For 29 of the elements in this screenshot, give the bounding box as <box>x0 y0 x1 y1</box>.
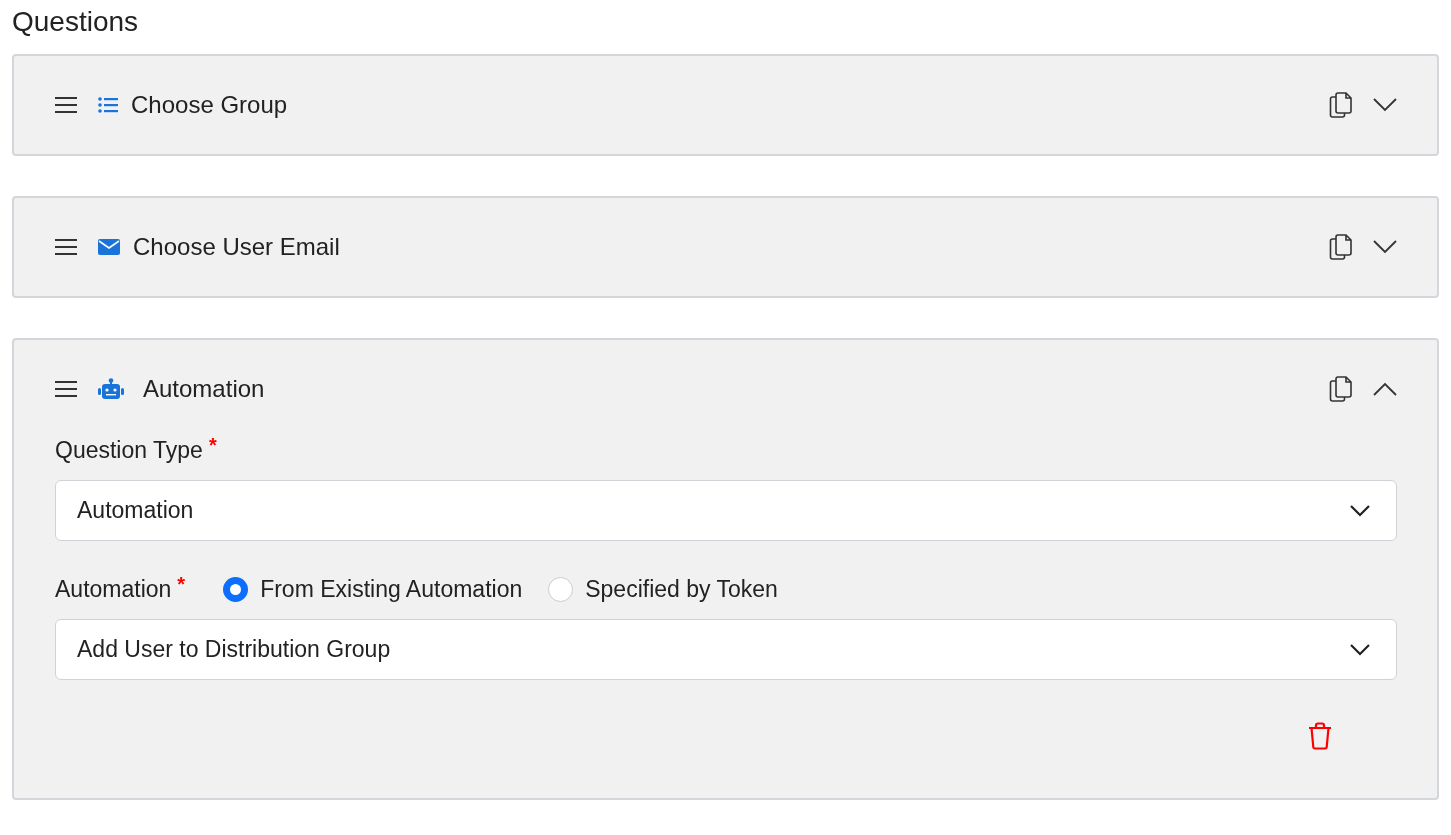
field-label: Question Type <box>55 436 203 464</box>
question-title: Choose Group <box>131 91 289 119</box>
copy-icon[interactable] <box>1329 234 1353 260</box>
chevron-down-icon[interactable] <box>1373 240 1397 254</box>
list-icon <box>98 97 118 113</box>
drag-handle-icon[interactable] <box>54 238 78 256</box>
field-label: Automation <box>55 575 172 603</box>
copy-icon[interactable] <box>1329 92 1353 118</box>
radio-button[interactable] <box>548 576 574 602</box>
chevron-down-icon <box>1350 643 1370 656</box>
chevron-down-icon[interactable] <box>1373 98 1397 112</box>
trash-icon[interactable] <box>1308 722 1332 750</box>
question-title: Automation <box>143 375 266 403</box>
select-field[interactable]: Automation <box>55 480 1397 541</box>
copy-icon[interactable] <box>1329 376 1353 402</box>
select-field[interactable]: Add User to Distribution Group <box>55 619 1397 680</box>
section-heading: Questions <box>12 5 140 39</box>
required-mark: * <box>177 573 186 596</box>
drag-handle-icon[interactable] <box>54 380 78 398</box>
robot-icon <box>98 378 124 400</box>
drag-handle-icon[interactable] <box>54 96 78 114</box>
radio-label[interactable]: Specified by Token <box>585 575 778 603</box>
required-mark: * <box>208 434 217 457</box>
radio-button[interactable] <box>223 576 249 602</box>
envelope-icon <box>98 239 120 255</box>
chevron-down-icon <box>1350 504 1370 517</box>
chevron-up-icon[interactable] <box>1373 382 1397 396</box>
question-title: Choose User Email <box>133 233 341 261</box>
radio-label[interactable]: From Existing Automation <box>260 575 523 603</box>
